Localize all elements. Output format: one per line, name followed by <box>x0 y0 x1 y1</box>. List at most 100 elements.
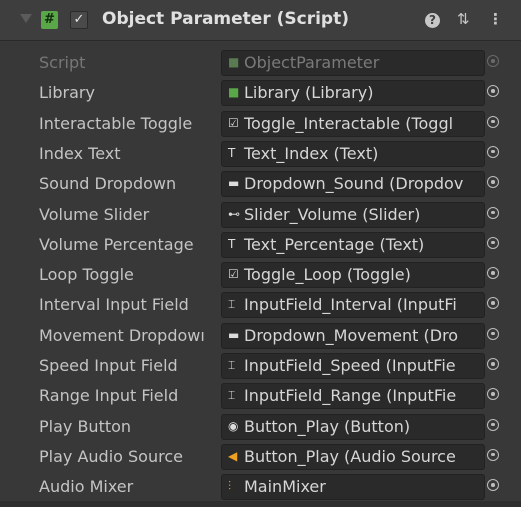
object-field-value: Toggle_Loop (Toggle) <box>244 265 411 285</box>
object-field-value: InputField_Interval (InputFi <box>244 295 457 315</box>
object-picker-icon[interactable] <box>487 115 499 128</box>
property-row: Play Button ◉ Button_Play (Button) <box>0 413 521 441</box>
property-label: Loop Toggle <box>39 265 134 285</box>
object-field[interactable]: ⌶ InputField_Speed (InputFie <box>221 353 485 379</box>
property-row: Script ■ ObjectParameter <box>0 49 521 77</box>
inspector-component-panel: # ✓ Object Parameter (Script) ? ⇅ ⋮ Scri… <box>0 0 521 507</box>
object-field-value: Library (Library) <box>244 83 374 103</box>
panel-bottom-edge <box>0 501 521 507</box>
property-label: Audio Mixer <box>39 477 134 497</box>
presets-icon[interactable]: ⇅ <box>457 10 470 28</box>
property-row: Interval Input Field ⌶ InputField_Interval… <box>0 291 521 319</box>
object-field[interactable]: ⫶ MainMixer <box>221 474 485 501</box>
object-picker-icon[interactable] <box>487 448 499 461</box>
object-picker-icon[interactable] <box>487 388 499 401</box>
audio-source-icon: ◀ <box>228 448 238 463</box>
object-field-value: MainMixer <box>244 477 326 497</box>
object-field-value: Slider_Volume (Slider) <box>244 204 421 224</box>
audio-mixer-icon: ⫶ <box>228 479 232 494</box>
object-field-value: Text_Percentage (Text) <box>244 234 425 254</box>
object-field[interactable]: ◉ Button_Play (Button) <box>221 413 485 440</box>
property-row: Sound Dropdown ▬ Dropdown_Sound (Dropdoᴠ <box>0 170 521 198</box>
object-field: ■ ObjectParameter <box>221 50 485 76</box>
dropdown-icon: ▬ <box>228 176 240 191</box>
script-icon: ■ <box>228 85 240 100</box>
object-field-value: Button_Play (Button) <box>244 416 411 436</box>
property-label: Volume Slider <box>39 204 150 224</box>
property-label: Movement Dropdowı <box>39 325 205 345</box>
object-picker-icon[interactable] <box>487 206 499 219</box>
property-label: Play Button <box>39 416 132 436</box>
object-field-value: Dropdown_Sound (Dropdoᴠ <box>244 174 464 194</box>
object-field[interactable]: ☑ Toggle_Interactable (Toggl <box>221 110 485 137</box>
object-picker-icon[interactable] <box>487 267 499 280</box>
object-field-value: ObjectParameter <box>244 53 380 72</box>
toggle-icon: ☑ <box>228 267 239 282</box>
object-field-value: Toggle_Interactable (Toggl <box>244 113 454 133</box>
property-row: Interactable Toggle ☑ Toggle_Interactable … <box>0 110 521 138</box>
script-icon: ■ <box>228 55 240 69</box>
object-field[interactable]: ■ Library (Library) <box>221 80 485 107</box>
property-row: Index Text T Text_Index (Text) <box>0 140 521 168</box>
property-row: Movement Dropdowı ▬ Dropdown_Movement (Dro <box>0 322 521 350</box>
property-label: Volume Percentage <box>39 234 194 254</box>
inputfield-icon: ⌶ <box>228 358 236 372</box>
object-picker-icon[interactable] <box>487 236 499 249</box>
text-icon: T <box>228 145 236 160</box>
property-row: Loop Toggle ☑ Toggle_Loop (Toggle) <box>0 261 521 289</box>
object-picker-icon[interactable] <box>487 85 499 98</box>
object-field[interactable]: ▬ Dropdown_Movement (Dro <box>221 322 485 349</box>
foldout-arrow-icon[interactable] <box>20 14 32 23</box>
object-field[interactable]: T Text_Percentage (Text) <box>221 231 485 258</box>
property-label: Play Audio Source <box>39 446 183 466</box>
text-icon: T <box>228 236 236 251</box>
object-picker-icon[interactable] <box>487 176 499 189</box>
object-picker-icon[interactable] <box>487 358 499 370</box>
component-title: Object Parameter (Script) <box>102 9 349 29</box>
object-picker-icon[interactable] <box>487 327 499 340</box>
object-field[interactable]: ▬ Dropdown_Sound (Dropdoᴠ <box>221 171 485 198</box>
object-field[interactable]: ⊷ Slider_Volume (Slider) <box>221 201 485 228</box>
object-field-value: InputField_Range (InputFie <box>244 386 457 406</box>
inputfield-icon: ⌶ <box>228 297 236 312</box>
object-field[interactable]: T Text_Index (Text) <box>221 140 485 167</box>
object-field[interactable]: ⌶ InputField_Range (InputFie <box>221 383 485 410</box>
property-label: Interval Input Field <box>39 295 189 315</box>
object-field-value: Text_Index (Text) <box>244 143 379 163</box>
object-picker-icon <box>487 55 499 67</box>
component-header[interactable]: # ✓ Object Parameter (Script) ? ⇅ ⋮ <box>0 0 521 41</box>
object-picker-icon[interactable] <box>487 145 499 158</box>
object-field-value: Button_Play (Audio Source <box>244 446 456 466</box>
property-row: Volume Slider ⊷ Slider_Volume (Slider) <box>0 201 521 229</box>
help-icon[interactable]: ? <box>425 10 440 28</box>
object-picker-icon[interactable] <box>487 297 499 310</box>
context-menu-icon[interactable]: ⋮ <box>488 10 503 28</box>
object-field-value: Dropdown_Movement (Dro <box>244 325 459 345</box>
object-field[interactable]: ☑ Toggle_Loop (Toggle) <box>221 262 485 289</box>
property-label: Index Text <box>39 143 121 163</box>
inputfield-icon: ⌶ <box>228 388 236 403</box>
property-row: Library ■ Library (Library) <box>0 79 521 107</box>
property-row: Speed Input Field ⌶ InputField_Speed (Inpu… <box>0 352 521 380</box>
property-label: Library <box>39 83 95 103</box>
object-field[interactable]: ⌶ InputField_Interval (InputFi <box>221 292 485 319</box>
object-picker-icon[interactable] <box>487 418 499 431</box>
property-label: Range Input Field <box>39 386 179 406</box>
script-icon: # <box>41 11 58 29</box>
toggle-icon: ☑ <box>228 115 239 130</box>
component-enabled-checkbox[interactable]: ✓ <box>70 11 88 29</box>
property-label: Script <box>39 53 86 72</box>
slider-icon: ⊷ <box>228 206 240 221</box>
property-label: Interactable Toggle <box>39 113 193 133</box>
property-label: Sound Dropdown <box>39 174 177 194</box>
property-row: Volume Percentage T Text_Percentage (Text) <box>0 231 521 259</box>
button-icon: ◉ <box>228 418 239 433</box>
property-row: Audio Mixer ⫶ MainMixer <box>0 473 521 501</box>
property-row: Range Input Field ⌶ InputField_Range (Inpu… <box>0 382 521 410</box>
object-field[interactable]: ◀ Button_Play (Audio Source <box>221 443 485 470</box>
property-row: Play Audio Source ◀ Button_Play (Audio Sou… <box>0 443 521 471</box>
object-field-value: InputField_Speed (InputFie <box>244 356 456 375</box>
object-picker-icon[interactable] <box>487 479 499 492</box>
property-label: Speed Input Field <box>39 356 178 375</box>
dropdown-icon: ▬ <box>228 327 240 342</box>
